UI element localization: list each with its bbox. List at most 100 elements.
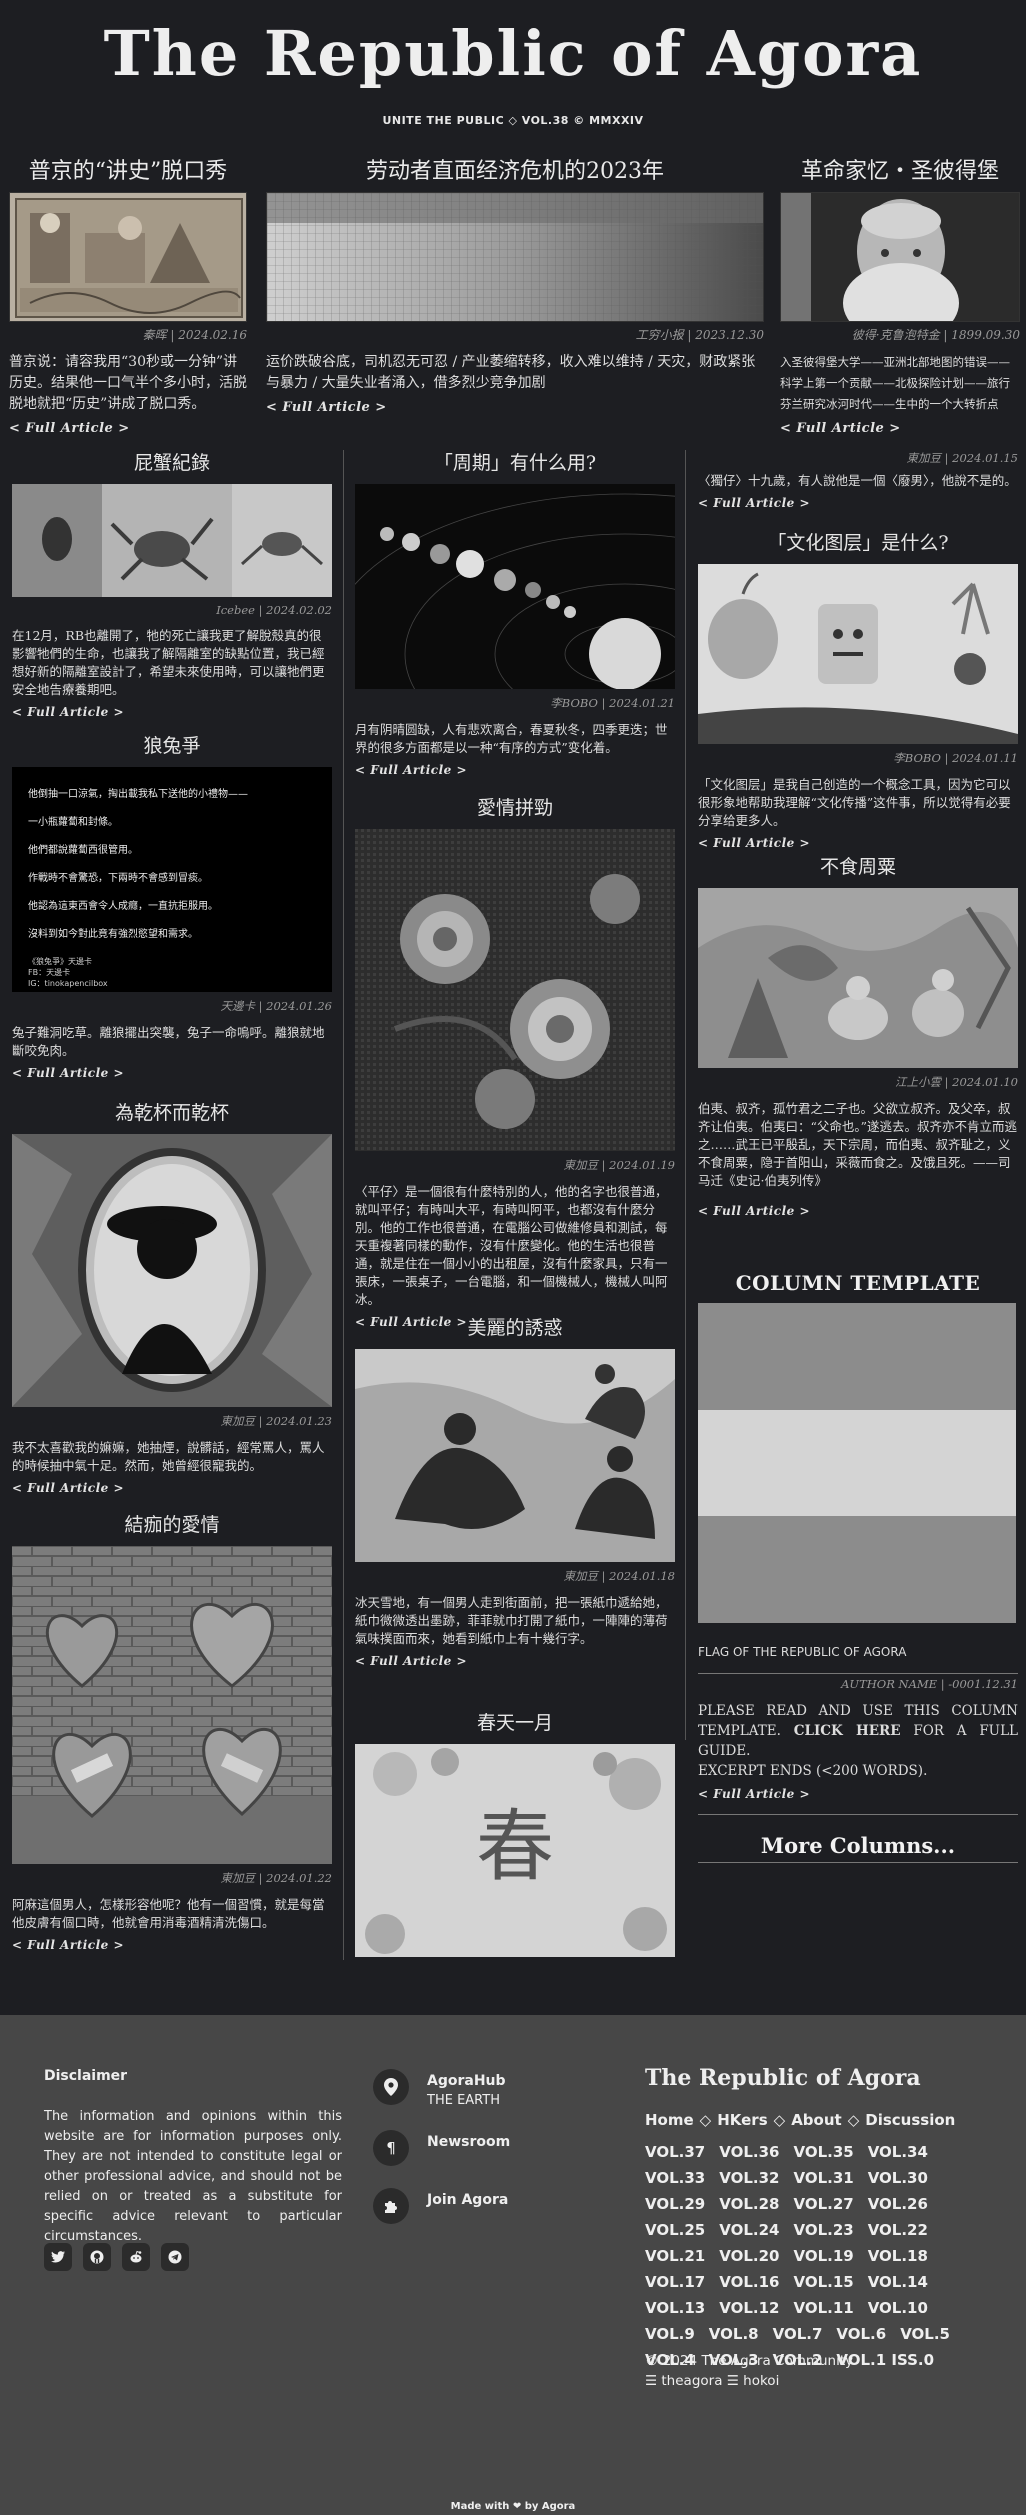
poem-line: 他倒抽一口涼氣，掏出載我私下送他的小禮物—— [28, 789, 248, 800]
footer-brand[interactable]: The Republic of Agora [645, 2065, 921, 2091]
volume-link[interactable]: VOL.33 [645, 2165, 705, 2191]
full-article-link[interactable]: < Full Article > [355, 1654, 467, 1668]
volume-link[interactable]: VOL.9 [645, 2321, 695, 2347]
poem-line: 他們都說蘿蔔西很管用。 [28, 845, 138, 856]
article-card: 愛情拼勁 東加豆 | 2024.01.19 〈平仔〉是一個很有什麼特別的人，他的… [355, 795, 675, 1330]
site-footer: Disclaimer The information and opinions … [0, 2015, 1026, 2515]
footer-link-label: AgoraHub [427, 2073, 506, 2089]
article-title[interactable]: 春天一月 [355, 1710, 675, 1736]
article-image-crabs[interactable] [12, 484, 332, 597]
site-title[interactable]: The Republic of Agora [0, 14, 1026, 94]
author-links[interactable]: ☰ theagora ☰ hokoi [645, 2373, 779, 2389]
footer-link-sub: THE EARTH [427, 2093, 500, 2108]
full-article-link[interactable]: < Full Article > [12, 1481, 124, 1495]
nav-hkers[interactable]: HKers [717, 2111, 767, 2129]
article-image-painting[interactable] [698, 888, 1018, 1068]
full-article-link[interactable]: < Full Article > [698, 1787, 810, 1801]
volume-link[interactable]: VOL.21 [645, 2243, 705, 2269]
volume-link[interactable]: VOL.10 [868, 2295, 928, 2321]
article-title[interactable]: 「周期」有什么用? [355, 450, 675, 476]
full-article-link[interactable]: < Full Article > [698, 1204, 810, 1218]
volume-link[interactable]: VOL.37 [645, 2139, 705, 2165]
volume-link[interactable]: VOL.18 [868, 2243, 928, 2269]
nav-discussion[interactable]: Discussion [865, 2111, 955, 2129]
article-title[interactable]: 「文化图层」是什么? [698, 530, 1018, 556]
full-article-link[interactable]: < Full Article > [12, 1938, 124, 1952]
full-article-link[interactable]: < Full Article > [355, 763, 467, 777]
article-title[interactable]: 狼兔爭 [12, 733, 332, 759]
article-image-hearts[interactable] [12, 1546, 332, 1864]
article-title[interactable]: 美麗的誘惑 [355, 1315, 675, 1341]
newsroom-link[interactable]: ¶ Newsroom [373, 2130, 603, 2166]
article-image-figures[interactable] [355, 1349, 675, 1562]
article-image-kropotkin[interactable] [780, 192, 1020, 322]
article-image-planets[interactable] [355, 484, 675, 689]
full-article-link[interactable]: < Full Article > [698, 836, 810, 850]
article-title[interactable]: 結痂的愛情 [12, 1512, 332, 1538]
volume-link[interactable]: VOL.31 [793, 2165, 853, 2191]
volume-link[interactable]: VOL.17 [645, 2269, 705, 2295]
volume-link[interactable]: VOL.6 [836, 2321, 886, 2347]
volume-link[interactable]: VOL.34 [868, 2139, 928, 2165]
article-image-portrait[interactable] [12, 1134, 332, 1407]
article-image-poem[interactable]: 他倒抽一口涼氣，掏出載我私下送他的小禮物—— 一小瓶蘿蔔和封條。 他們都說蘿蔔西… [12, 767, 332, 992]
full-article-link[interactable]: < Full Article > [9, 421, 130, 436]
volume-link[interactable]: VOL.23 [793, 2217, 853, 2243]
article-image-spring[interactable]: 春 [355, 1744, 675, 1957]
volume-link[interactable]: VOL.36 [719, 2139, 779, 2165]
volume-link[interactable]: VOL.15 [793, 2269, 853, 2295]
volume-link[interactable]: VOL.27 [793, 2191, 853, 2217]
volume-link[interactable]: VOL.26 [868, 2191, 928, 2217]
agorahub-link[interactable]: AgoraHub THE EARTH [373, 2069, 603, 2108]
full-article-link[interactable]: < Full Article > [780, 421, 901, 436]
article-title[interactable]: 愛情拼勁 [355, 795, 675, 821]
agora-flag-image[interactable] [698, 1303, 1016, 1623]
volume-link[interactable]: VOL.32 [719, 2165, 779, 2191]
volume-link[interactable]: VOL.14 [868, 2269, 928, 2295]
volume-link[interactable]: VOL.30 [868, 2165, 928, 2191]
full-article-link[interactable]: < Full Article > [266, 400, 387, 415]
volume-link[interactable]: VOL.8 [709, 2321, 759, 2347]
article-image-putin[interactable] [9, 192, 247, 322]
volume-link[interactable]: VOL.11 [793, 2295, 853, 2321]
telegram-icon[interactable] [161, 2243, 189, 2271]
volume-link[interactable]: VOL.29 [645, 2191, 705, 2217]
volume-link[interactable]: VOL.5 [900, 2321, 950, 2347]
volume-link[interactable]: VOL.16 [719, 2269, 779, 2295]
guide-link[interactable]: CLICK HERE [794, 1723, 901, 1739]
volume-link[interactable]: VOL.24 [719, 2217, 779, 2243]
article-image-roses[interactable] [355, 829, 675, 1151]
volume-link[interactable]: VOL.28 [719, 2191, 779, 2217]
github-icon[interactable] [83, 2243, 111, 2271]
twitter-icon[interactable] [44, 2243, 72, 2271]
full-article-link[interactable]: < Full Article > [12, 705, 124, 719]
article-title[interactable]: 屁蟹紀錄 [12, 450, 332, 476]
volume-link[interactable]: VOL.12 [719, 2295, 779, 2321]
more-columns-link[interactable]: More Columns... [698, 1833, 1018, 1858]
full-article-link[interactable]: < Full Article > [698, 496, 810, 510]
article-card: 不食周粟 江上小雲 | 2024.01.10 伯夷、叔齐，孤竹君之二子也。父欲立… [698, 854, 1018, 1219]
article-title[interactable]: 不食周粟 [698, 854, 1018, 880]
article-title[interactable]: 革命家忆・圣彼得堡 [780, 158, 1020, 186]
article-title[interactable]: 為乾杯而乾杯 [12, 1100, 332, 1126]
full-article-link[interactable]: < Full Article > [12, 1066, 124, 1080]
join-agora-link[interactable]: Join Agora [373, 2188, 603, 2224]
footer-link-label: Join Agora [427, 2192, 509, 2208]
article-meta: 秦晖 | 2024.02.16 [142, 328, 247, 342]
volume-link[interactable]: VOL.20 [719, 2243, 779, 2269]
volume-link[interactable]: VOL.19 [793, 2243, 853, 2269]
article-title[interactable]: 劳动者直面经济危机的2023年 [266, 158, 764, 186]
reddit-icon[interactable] [122, 2243, 150, 2271]
article-title[interactable]: 普京的“讲史”脱口秀 [9, 158, 247, 186]
column-template-title[interactable]: COLUMN TEMPLATE [698, 1271, 1018, 1295]
volume-link[interactable]: VOL.35 [793, 2139, 853, 2165]
article-image-culture[interactable] [698, 564, 1018, 744]
volume-link[interactable]: VOL.25 [645, 2217, 705, 2243]
nav-about[interactable]: About [791, 2111, 842, 2129]
volume-link[interactable]: VOL.22 [868, 2217, 928, 2243]
feature-article-kropotkin: 革命家忆・圣彼得堡 彼得·克鲁泡特金 | 1899.09.30 入圣彼得堡大学—… [780, 158, 1020, 436]
nav-home[interactable]: Home [645, 2111, 694, 2129]
volume-link[interactable]: VOL.13 [645, 2295, 705, 2321]
volume-link[interactable]: VOL.7 [773, 2321, 823, 2347]
article-image-economy[interactable] [266, 192, 764, 322]
